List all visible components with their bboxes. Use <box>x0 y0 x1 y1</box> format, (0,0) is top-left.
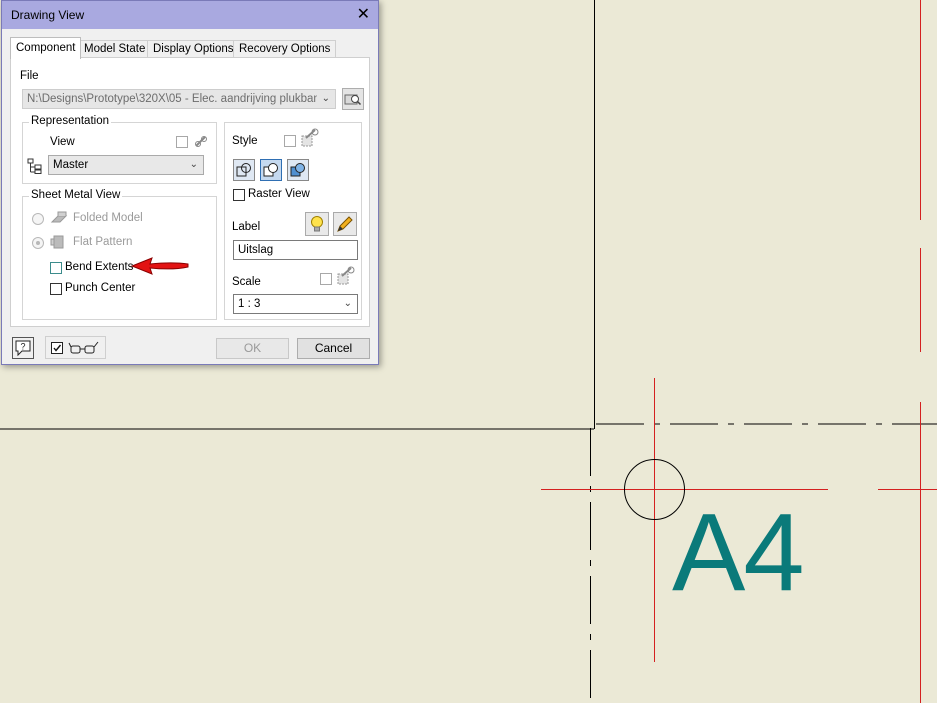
edit-label-button[interactable] <box>333 212 357 236</box>
chevron-down-icon: ⌄ <box>189 159 198 170</box>
style-label: Style <box>232 135 258 147</box>
shaded-icon <box>290 163 305 177</box>
bend-extents-label: Bend Extents <box>65 261 134 273</box>
title-bar[interactable]: Drawing View ✕ <box>2 1 378 29</box>
style-label-scale-group: Style Raster View Label Uitslag Scale 1 … <box>224 122 362 320</box>
scale-from-base-checkbox[interactable] <box>320 273 332 285</box>
glasses-preview-icon <box>68 341 99 354</box>
sheet-size-label: A4 <box>672 491 805 614</box>
raster-view-checkbox[interactable] <box>233 189 245 201</box>
component-tab-panel: File N:\Designs\Prototype\320X\05 - Elec… <box>10 57 370 327</box>
hidden-line-icon <box>236 163 251 177</box>
lightbulb-icon <box>311 216 323 232</box>
file-label: File <box>20 70 39 82</box>
preview-toggle-group <box>45 336 106 359</box>
file-path-combo[interactable]: N:\Designs\Prototype\320X\05 - Elec. aan… <box>22 89 336 109</box>
browse-file-button[interactable] <box>342 88 364 110</box>
flat-pattern-icon <box>50 235 64 249</box>
scale-label: Scale <box>232 276 261 288</box>
dialog-title: Drawing View <box>11 8 85 22</box>
tab-component[interactable]: Component <box>10 37 82 59</box>
pencil-icon <box>337 216 353 232</box>
representation-group: Representation View Master ⌄ <box>22 115 217 184</box>
chevron-down-icon: ⌄ <box>343 298 352 309</box>
file-path-value: N:\Designs\Prototype\320X\05 - Elec. aan… <box>27 93 317 105</box>
style-from-base-checkbox[interactable] <box>284 135 296 147</box>
design-view-tree-icon <box>27 158 42 174</box>
punch-center-checkbox[interactable] <box>50 283 62 295</box>
preview-checkbox[interactable] <box>51 342 63 354</box>
red-arrow-annotation <box>130 257 189 275</box>
help-button[interactable]: ? <box>12 337 34 359</box>
drawing-view-dialog: Drawing View ✕ Component Model State Dis… <box>1 0 379 365</box>
style-hidden-line-removed-button[interactable] <box>260 159 282 181</box>
label-label: Label <box>232 221 261 233</box>
close-icon[interactable]: ✕ <box>357 4 370 24</box>
raster-view-label: Raster View <box>248 188 310 200</box>
style-from-base-icon <box>301 128 319 147</box>
tab-recovery-options[interactable]: Recovery Options <box>233 40 337 58</box>
hidden-line-removed-icon <box>263 163 278 177</box>
view-representation-combo[interactable]: Master ⌄ <box>48 155 204 175</box>
tab-display-options[interactable]: Display Options <box>147 40 240 58</box>
punch-center-label: Punch Center <box>65 282 136 294</box>
flat-pattern-radio[interactable] <box>32 237 44 249</box>
chevron-down-icon: ⌄ <box>321 93 330 104</box>
label-input[interactable]: Uitslag <box>233 240 358 260</box>
bend-extents-checkbox[interactable] <box>50 262 62 274</box>
label-visibility-button[interactable] <box>305 212 329 236</box>
folded-model-label: Folded Model <box>73 212 143 224</box>
ok-button[interactable]: OK <box>216 338 289 359</box>
help-icon: ? <box>15 340 31 357</box>
browse-folder-icon <box>344 94 362 106</box>
tab-model-state[interactable]: Model State <box>78 40 152 58</box>
style-shaded-button[interactable] <box>287 159 309 181</box>
folded-model-icon <box>50 211 68 223</box>
view-representation-value: Master <box>53 159 89 171</box>
checkmark-icon <box>53 344 62 352</box>
scale-value: 1 : 3 <box>238 298 261 310</box>
svg-text:?: ? <box>20 342 25 352</box>
scale-combo[interactable]: 1 : 3 ⌄ <box>233 294 358 314</box>
flat-pattern-label: Flat Pattern <box>73 236 133 248</box>
sheet-metal-view-title: Sheet Metal View <box>29 189 123 201</box>
style-hidden-line-button[interactable] <box>233 159 255 181</box>
cancel-button[interactable]: Cancel <box>297 338 370 359</box>
associative-view-checkbox[interactable] <box>176 136 188 148</box>
associative-link-icon <box>195 136 207 147</box>
scale-from-base-icon <box>337 266 355 285</box>
representation-title: Representation <box>29 115 111 127</box>
folded-model-radio[interactable] <box>32 213 44 225</box>
view-label: View <box>50 136 75 148</box>
